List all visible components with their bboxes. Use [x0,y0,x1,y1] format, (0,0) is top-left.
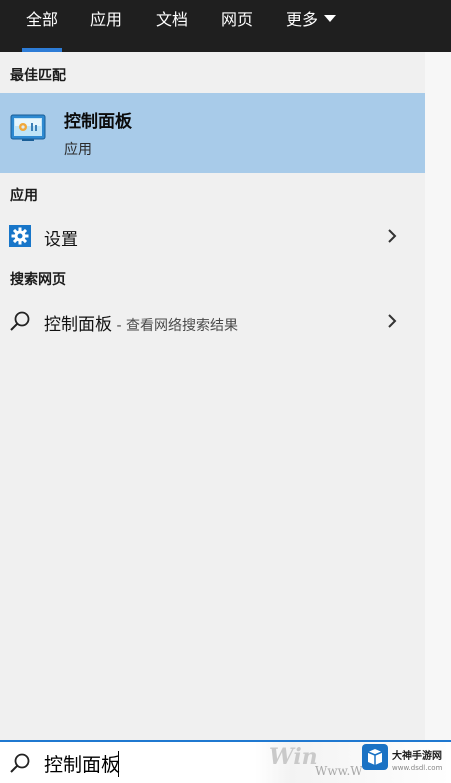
best-match-title: 控制面板 [64,112,132,132]
text-cursor [118,751,119,777]
section-best-match: 最佳匹配 [10,68,66,84]
best-match-subtitle: 应用 [64,142,92,158]
tab-documents[interactable]: 文档 [156,0,188,52]
search-icon [10,311,30,331]
tab-apps[interactable]: 应用 [90,0,122,52]
chevron-right-icon [388,229,397,243]
section-web: 搜索网页 [10,272,66,288]
best-match-result[interactable]: 控制面板 应用 [0,93,425,173]
chevron-right-icon [388,314,397,328]
tab-apps-label: 应用 [90,10,123,29]
watermark: Win Www.W 大神手游网 www.dsdl.com [255,742,451,783]
tab-all[interactable]: 全部 [21,0,63,52]
web-result[interactable]: 控制面板 - 查看网络搜索结果 [0,301,425,341]
web-result-hint: - 查看网络搜索结果 [112,318,238,334]
web-result-query: 控制面板 [44,315,112,335]
search-icon [10,753,30,773]
web-result-text: 控制面板 - 查看网络搜索结果 [44,310,238,335]
search-input[interactable] [44,749,244,777]
watermark-site-name: 大神手游网 [392,751,442,762]
top-nav: 全部 应用 文档 网页 更多 [0,0,451,52]
watermark-www-text: Www.W [315,764,363,778]
caret-down-icon [324,15,337,22]
watermark-site-url: www.dsdl.com [392,764,443,772]
preview-strip [425,52,451,740]
search-bar: Win Www.W 大神手游网 www.dsdl.com [0,740,451,783]
tab-more-label: 更多 [286,10,319,29]
site-logo-icon [362,744,388,770]
tab-more[interactable]: 更多 [286,0,337,52]
results-panel: 最佳匹配 控制面板 应用 应用 设置 搜索网页 控制面板 - 查看网络搜索结果 [0,52,425,740]
tab-all-label: 全部 [26,10,59,29]
gear-icon [9,225,31,247]
tab-web[interactable]: 网页 [221,0,253,52]
app-result-settings-label: 设置 [44,230,78,250]
watermark-win-text: Win [269,744,318,770]
tab-web-label: 网页 [221,10,254,29]
tab-documents-label: 文档 [156,10,189,29]
section-apps: 应用 [10,188,38,204]
app-result-settings[interactable]: 设置 [0,216,425,256]
control-panel-icon [10,114,46,141]
